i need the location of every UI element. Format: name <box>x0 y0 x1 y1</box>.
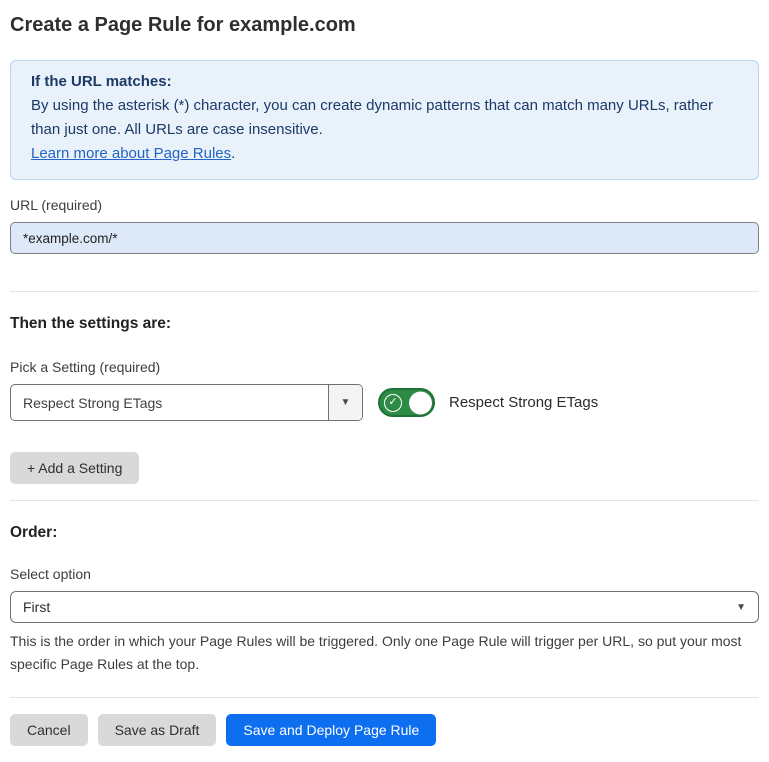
cancel-button[interactable]: Cancel <box>10 714 88 746</box>
divider <box>10 500 759 501</box>
setting-dropdown-value: Respect Strong ETags <box>11 385 328 420</box>
check-icon: ✓ <box>384 394 402 412</box>
divider <box>10 697 759 698</box>
setting-row: Respect Strong ETags ▼ ✓ Respect Strong … <box>10 384 759 421</box>
pick-setting-label: Pick a Setting (required) <box>10 358 759 376</box>
order-section-heading: Order: <box>10 523 759 543</box>
etags-toggle-group: ✓ Respect Strong ETags <box>378 388 598 417</box>
learn-more-link[interactable]: Learn more about Page Rules <box>31 145 231 162</box>
order-select-value: First <box>23 599 736 615</box>
chevron-down-icon: ▼ <box>341 397 351 408</box>
page-title: Create a Page Rule for example.com <box>10 12 759 38</box>
url-input[interactable] <box>10 222 759 254</box>
info-box-body: By using the asterisk (*) character, you… <box>31 94 738 142</box>
settings-section-heading: Then the settings are: <box>10 314 759 334</box>
save-draft-button[interactable]: Save as Draft <box>98 714 217 746</box>
toggle-knob <box>409 391 432 414</box>
order-help-text: This is the order in which your Page Rul… <box>10 630 759 676</box>
info-box-heading: If the URL matches: <box>31 70 738 94</box>
footer-actions: Cancel Save as Draft Save and Deploy Pag… <box>10 714 759 746</box>
chevron-down-icon: ▼ <box>736 602 746 613</box>
url-label: URL (required) <box>10 196 759 214</box>
url-match-info-box: If the URL matches: By using the asteris… <box>10 60 759 180</box>
link-suffix: . <box>231 145 235 162</box>
etags-toggle[interactable]: ✓ <box>378 388 435 417</box>
setting-dropdown[interactable]: Respect Strong ETags ▼ <box>10 384 363 421</box>
etags-toggle-label: Respect Strong ETags <box>449 394 598 411</box>
divider <box>10 291 759 292</box>
setting-dropdown-arrow-button[interactable]: ▼ <box>328 385 362 420</box>
order-select[interactable]: First ▼ <box>10 591 759 623</box>
info-box-link-line: Learn more about Page Rules. <box>31 142 738 166</box>
order-select-label: Select option <box>10 565 759 583</box>
add-setting-button[interactable]: + Add a Setting <box>10 452 139 484</box>
save-deploy-button[interactable]: Save and Deploy Page Rule <box>226 714 436 746</box>
